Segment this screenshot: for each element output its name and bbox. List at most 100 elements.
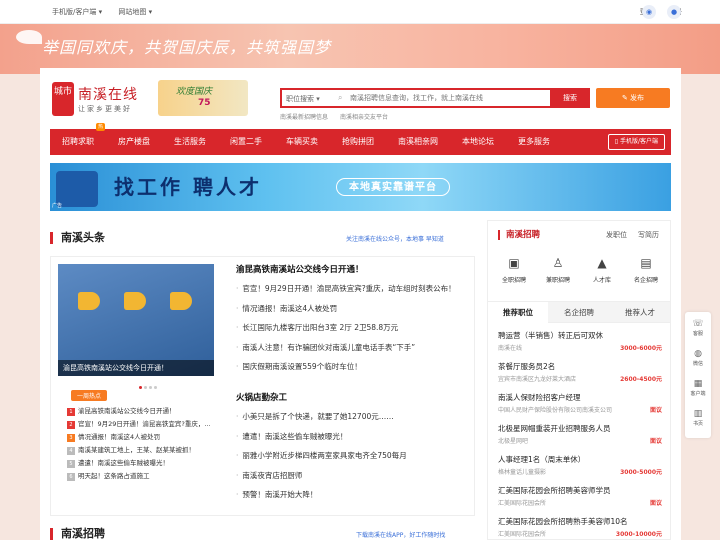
megaphone-icon <box>124 292 146 310</box>
news-group-2: 火锅店勤杂工 小美只是拆了个快递，就要了她12700元…… 遭遣！南溪这些偷车贼… <box>236 389 471 505</box>
tab-recommended-jobs[interactable]: 推荐职位 <box>488 302 548 324</box>
nav-item-forum[interactable]: 本地论坛 <box>450 129 506 155</box>
mobile-version-link[interactable]: 手机版/客户端 ▾ <box>52 8 102 16</box>
promo-title: 欢度国庆 <box>176 87 213 97</box>
weekly-hot-tag: 一周热点 <box>71 390 108 401</box>
hotword-link[interactable]: 南溪最新招聘信息 <box>280 114 328 121</box>
nav-item-life-services[interactable]: 生活服务 <box>162 129 218 155</box>
post-button-label: 发布 <box>630 94 645 102</box>
book-page-button[interactable]: ▥ 书页 <box>685 408 711 427</box>
headlines-note[interactable]: 关注南溪在线公众号，本地事 早知道 <box>346 234 444 243</box>
recruit-tabs: 推荐职位 名企招聘 推荐人才 <box>488 301 670 324</box>
nav-item-vehicles[interactable]: 车辆买卖 <box>274 129 330 155</box>
sitemap-link[interactable]: 网站地图 ▾ <box>118 8 152 16</box>
hot-list-item[interactable]: 3 情况通报！南溪这4人被处罚 <box>67 431 213 444</box>
job-item[interactable]: 南溪人保财险招客户经理 中国人民财产保险股份有限公司南溪支公司 面议 <box>498 391 662 422</box>
user-icon[interactable]: ● <box>667 5 681 19</box>
hot-list-item[interactable]: 2 官宣！9月29日开通！渝昆高铁宜宾?重庆，... <box>67 418 213 431</box>
job-item[interactable]: 汇美国际花园会所招聘熟手美容师10名 汇美国际花园会所 3000-10000元 <box>498 515 662 540</box>
news-headline[interactable]: 渝昆高铁南溪站公交线今日开通！ <box>236 261 471 279</box>
news-item[interactable]: 长江国际九楼客厅出阳台3室 2厅 2卫58.8万元 <box>236 318 471 338</box>
parttime-jobs-button[interactable]: ♙ 兼职招聘 <box>538 255 578 284</box>
job-item[interactable]: 人事经理1名（周末单休） 格林童话儿童摄影 3000-5000元 <box>498 453 662 484</box>
tab-recommended-talent[interactable]: 推荐人才 <box>610 302 670 324</box>
headlines-box: 渝昆高铁南溪站公交线今日开通！ 一周热点 1 渝昆高铁南溪站公交线今日开通！ 2官… <box>50 256 475 516</box>
fulltime-jobs-button[interactable]: ▣ 全职招聘 <box>494 255 534 284</box>
job-item[interactable]: 茶餐厅服务员2名 宜宾市南溪区九龙好莱大酒店 2600-4500元 <box>498 360 662 391</box>
nav-item-jobs[interactable]: 招聘求职 <box>50 129 106 155</box>
promo-number: 75 <box>198 98 211 108</box>
search-hotwords: 南溪最新招聘信息 南溪相亲交友平台 <box>280 112 398 121</box>
job-item[interactable]: 聘运营（半销售）转正后可双休 南溪在线 3000-6000元 <box>498 329 662 360</box>
main-content: 城市 南溪在线 让家乡更美好 欢度国庆 75 职位搜索 ▾ ⌕ 搜索 南溪最新招… <box>40 68 681 540</box>
megaphone-icon <box>170 292 192 310</box>
tab-famous-companies[interactable]: 名企招聘 <box>549 302 609 324</box>
news-item[interactable]: 南溪夜宵店招厨师 <box>236 466 471 486</box>
post-job-link[interactable]: 发职位 <box>606 230 627 240</box>
carousel-dots[interactable] <box>139 382 159 391</box>
news-item[interactable]: 预警！南溪开始大降！ <box>236 485 471 505</box>
hot-list-item[interactable]: 6 明天起！这条路占道施工 <box>67 470 213 483</box>
nav-item-dating[interactable]: 南溪相亲网 <box>386 129 450 155</box>
news-item[interactable]: 国庆假期南溪设置559个临时车位！ <box>236 357 471 377</box>
news-item[interactable]: 情况通报！南溪这4人被处罚 <box>236 299 471 319</box>
nav-item-more[interactable]: 更多服务 <box>506 129 562 155</box>
ad-main-text: 找工作 聘人才 <box>114 175 262 199</box>
recruit-ad-banner[interactable]: 找工作 聘人才 本地真实靠谱平台 广告 <box>50 163 671 211</box>
job-item[interactable]: 汇美国际花园会所招聘美容师学员 汇美国际花园会所 面议 <box>498 484 662 515</box>
id-card-icon: ▤ <box>640 256 652 270</box>
famous-company-button[interactable]: ▤ 名企招聘 <box>626 255 666 284</box>
talent-pool-button[interactable]: ▲ 人才库 <box>582 255 622 284</box>
job-list: 聘运营（半销售）转正后可双休 南溪在线 3000-6000元 茶餐厅服务员2名 宜宾市… <box>498 329 662 540</box>
person-icon: ♙ <box>552 256 564 270</box>
headline-image-caption: 渝昆高铁南溪站公交线今日开通！ <box>58 360 214 376</box>
nav-item-second-hand[interactable]: 闲置二手 <box>218 129 274 155</box>
top-bar: 手机版/客户端 ▾ 网站地图 ▾ 登录 注册 ◉ ● <box>0 0 720 24</box>
chat-icon[interactable]: ◉ <box>642 5 656 19</box>
logo-slogan: 让家乡更美好 <box>78 105 132 113</box>
briefcase-icon: ▣ <box>508 256 520 270</box>
post-button[interactable]: ✎ 发布 <box>596 88 670 108</box>
search-input[interactable] <box>350 91 550 105</box>
site-logo[interactable]: 城市 南溪在线 让家乡更美好 <box>52 82 148 118</box>
festival-banner: 举国同欢庆，共贺国庆辰，共筑强国梦 <box>0 24 720 74</box>
search-box: 职位搜索 ▾ ⌕ <box>280 88 590 108</box>
recruit-section-note[interactable]: 下载南溪在线APP，好工作随时找 <box>356 530 445 539</box>
dove-icon <box>16 30 42 44</box>
book-icon: ▥ <box>693 409 703 419</box>
weekly-hot-list: 1 渝昆高铁南溪站公交线今日开通！ 2 官宣！9月29日开通！渝昆高铁宜宾?重庆，.… <box>67 405 213 483</box>
edit-icon: ✎ <box>621 94 631 102</box>
recruit-panel: 南溪招聘 发职位 写简历 ▣ 全职招聘 ♙ 兼职招聘 ▲ 人才库 ▤ 名企招聘 推荐职位… <box>487 220 671 540</box>
hot-list-item[interactable]: 1 渝昆高铁南溪站公交线今日开通！ <box>67 405 213 418</box>
wechat-icon: ◍ <box>694 349 702 359</box>
hotword-link[interactable]: 南溪相亲交友平台 <box>340 114 388 121</box>
search-type-select[interactable]: 职位搜索 ▾ <box>286 94 320 104</box>
write-resume-link[interactable]: 写简历 <box>638 230 659 240</box>
logo-name: 南溪在线 <box>78 87 138 103</box>
recruit-section-title: 南溪招聘 <box>50 528 105 540</box>
news-item[interactable]: 遭遣！南溪这些偷车贼被曝光！ <box>236 427 471 447</box>
news-headline[interactable]: 火锅店勤杂工 <box>236 389 471 407</box>
app-download-button[interactable]: ▯ 手机版/客户端 <box>607 134 665 150</box>
headline-image[interactable]: 渝昆高铁南溪站公交线今日开通！ <box>58 264 214 376</box>
national-day-promo[interactable]: 欢度国庆 75 <box>158 80 248 116</box>
news-item[interactable]: 南溪人注意！有诈骗团伙对南溪儿童电话手表“下手” <box>236 338 471 358</box>
search-button[interactable]: 搜索 <box>550 88 590 108</box>
hot-list-item[interactable]: 5 遭遣！南溪这些偷车贼被曝光！ <box>67 457 213 470</box>
wechat-button[interactable]: ◍ 微信 <box>685 348 711 367</box>
qrcode-icon: ▦ <box>693 379 703 389</box>
search-icon: ⌕ <box>338 93 343 102</box>
recruit-panel-title: 南溪招聘 <box>498 230 540 240</box>
customer-service-button[interactable]: ☏ 客服 <box>685 318 711 337</box>
client-app-button[interactable]: ▦ 客户端 <box>685 378 711 397</box>
hot-list-item[interactable]: 4 南溪某建筑工地上，王某、赵某某被抓！ <box>67 444 213 457</box>
nav-item-housing[interactable]: 房产楼盘 <box>106 129 162 155</box>
app-download-label: 手机版/客户端 <box>619 138 658 145</box>
news-item[interactable]: 丽雅小学附近步梯四楼两室家具家电齐全750每月 <box>236 446 471 466</box>
news-item[interactable]: 官宣！9月29日开通！渝昆高铁宜宾?重庆，动车组时刻表公布！ <box>236 279 471 299</box>
nav-item-group-buy[interactable]: 抢购拼团 <box>330 129 386 155</box>
news-item[interactable]: 小美只是拆了个快递，就要了她12700元…… <box>236 407 471 427</box>
job-item[interactable]: 北极星网帽重装开业招聘服务人员 北极星网吧 面议 <box>498 422 662 453</box>
main-nav: 招聘求职 热 房产楼盘 生活服务 闲置二手 车辆买卖 抢购拼团 南溪相亲网 本地… <box>50 123 671 155</box>
graduate-icon: ▲ <box>597 256 607 270</box>
